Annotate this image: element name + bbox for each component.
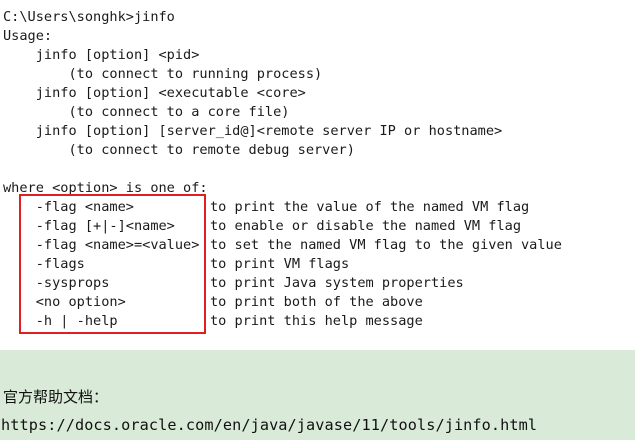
option-description: to print this help message — [210, 313, 423, 329]
where-option-line: where <option> is one of: — [3, 180, 208, 196]
prompt-line: C:\Users\songhk>jinfo — [3, 9, 175, 25]
option-description: to enable or disable the named VM flag — [210, 218, 521, 234]
usage-note: (to connect to a core file) — [3, 104, 290, 120]
option-flag: -h | -help — [3, 313, 118, 329]
usage-command: jinfo [option] <executable <core> — [3, 85, 306, 101]
usage-command: jinfo [option] [server_id@]<remote serve… — [3, 123, 503, 139]
option-description: to print VM flags — [210, 256, 350, 272]
usage-note: (to connect to remote debug server) — [3, 142, 355, 158]
option-flag: -flags — [3, 256, 85, 272]
option-flag: -flag <name>=<value> — [3, 237, 200, 253]
usage-note: (to connect to running process) — [3, 66, 323, 82]
option-description: to print Java system properties — [210, 275, 464, 291]
option-description: to print the value of the named VM flag — [210, 199, 530, 215]
option-flag: <no option> — [3, 294, 126, 310]
doc-label: 官方帮助文档： — [3, 388, 109, 406]
doc-url-link[interactable]: https://docs.oracle.com/en/java/javase/1… — [1, 416, 537, 434]
option-flag: -flag <name> — [3, 199, 134, 215]
usage-header: Usage: — [3, 28, 53, 44]
option-description: to set the named VM flag to the given va… — [210, 237, 562, 253]
option-flag: -flag [+|-]<name> — [3, 218, 175, 234]
terminal-window: C:\Users\songhk>jinfo Usage: jinfo [opti… — [0, 0, 635, 350]
option-description: to print both of the above — [210, 294, 423, 310]
option-flag: -sysprops — [3, 275, 110, 291]
usage-command: jinfo [option] <pid> — [3, 47, 200, 63]
